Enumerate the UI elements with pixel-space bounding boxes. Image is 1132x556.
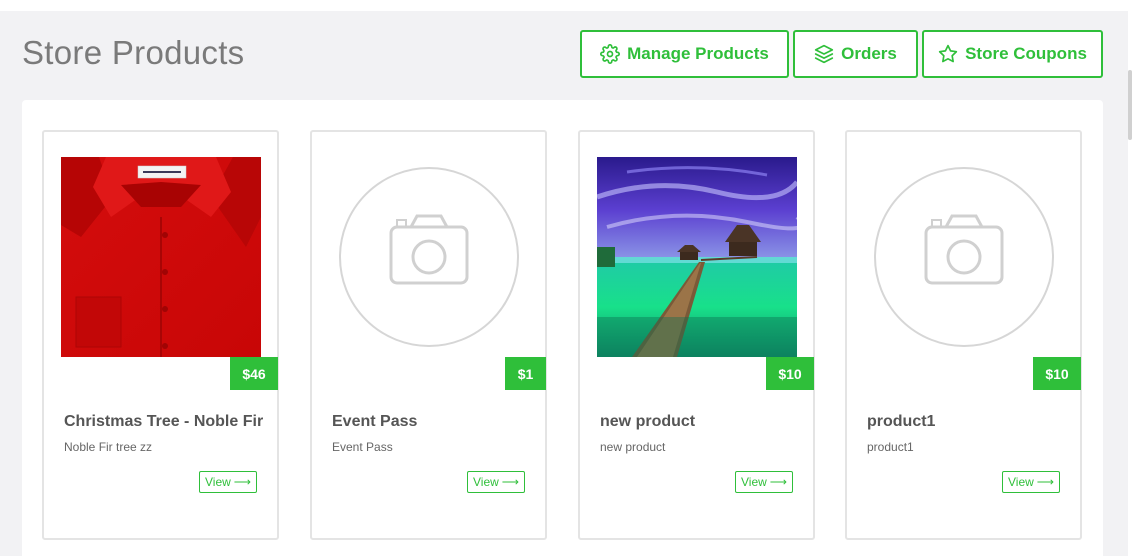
product-description: Event Pass <box>332 440 393 454</box>
product-description: new product <box>600 440 666 454</box>
view-label: View <box>741 475 767 489</box>
product-card[interactable]: $46 Christmas Tree - Noble Fir Noble Fir… <box>42 130 279 540</box>
gear-icon <box>600 44 621 64</box>
view-label: View <box>473 475 499 489</box>
product-image[interactable] <box>329 157 529 357</box>
product-title[interactable]: product1 <box>867 413 935 431</box>
page-title: Store Products <box>22 34 245 71</box>
product-card[interactable]: $10 new product new product View ⟶ <box>578 130 815 540</box>
product-description: product1 <box>867 440 914 454</box>
view-button[interactable]: View ⟶ <box>1002 471 1060 493</box>
price-badge: $10 <box>1033 357 1081 390</box>
product-image[interactable] <box>61 157 261 357</box>
store-coupons-label: Store Coupons <box>965 44 1087 63</box>
star-icon <box>938 44 958 63</box>
layers-icon <box>814 44 834 64</box>
product-title[interactable]: Christmas Tree - Noble Fir <box>64 413 263 431</box>
red-shirt-photo <box>61 157 261 357</box>
view-button[interactable]: View ⟶ <box>467 471 525 493</box>
arrow-right-icon: ⟶ <box>769 475 787 489</box>
view-label: View <box>205 475 231 489</box>
product-title[interactable]: Event Pass <box>332 413 417 431</box>
view-button[interactable]: View ⟶ <box>735 471 793 493</box>
product-image[interactable] <box>864 157 1064 357</box>
view-label: View <box>1008 475 1034 489</box>
manage-products-button[interactable]: Manage Products <box>580 30 789 78</box>
product-image[interactable] <box>597 157 797 357</box>
camera-placeholder-icon <box>874 167 1054 347</box>
orders-label: Orders <box>841 44 897 63</box>
arrow-right-icon: ⟶ <box>233 475 251 489</box>
product-card[interactable]: $1 Event Pass Event Pass View ⟶ <box>310 130 547 540</box>
price-badge: $1 <box>505 357 546 390</box>
product-description: Noble Fir tree zz <box>64 440 153 454</box>
product-title[interactable]: new product <box>600 413 695 431</box>
store-coupons-button[interactable]: Store Coupons <box>922 30 1103 78</box>
view-button[interactable]: View ⟶ <box>199 471 257 493</box>
arrow-right-icon: ⟶ <box>1036 475 1054 489</box>
price-badge: $10 <box>766 357 814 390</box>
scrollbar-thumb[interactable] <box>1128 70 1132 140</box>
price-badge: $46 <box>230 357 278 390</box>
manage-products-label: Manage Products <box>627 44 769 63</box>
tropical-pier-photo <box>597 157 797 357</box>
product-card[interactable]: $10 product1 product1 View ⟶ <box>845 130 1082 540</box>
arrow-right-icon: ⟶ <box>501 475 519 489</box>
orders-button[interactable]: Orders <box>793 30 918 78</box>
camera-placeholder-icon <box>339 167 519 347</box>
